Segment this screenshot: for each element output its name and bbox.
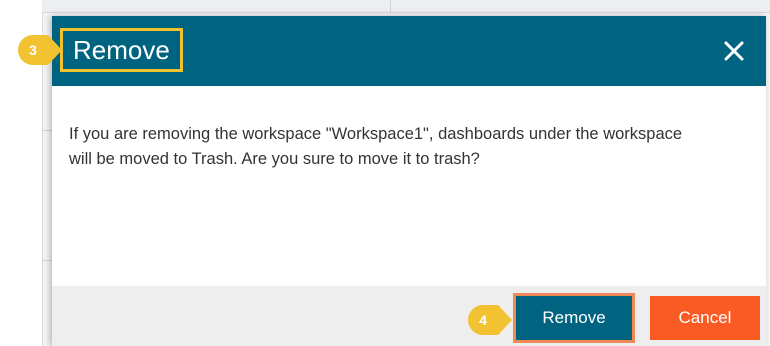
step-number: 3: [29, 42, 37, 58]
background-toolbar: [42, 0, 770, 13]
close-button[interactable]: [720, 37, 748, 65]
step-badge-remove: 4: [468, 305, 512, 335]
cancel-button[interactable]: Cancel: [650, 296, 760, 340]
remove-workspace-dialog: Remove If you are removing the workspace…: [52, 16, 766, 346]
dialog-header: Remove: [52, 16, 766, 86]
step-badge-title: 3: [18, 35, 62, 65]
remove-button[interactable]: Remove: [513, 293, 635, 343]
dialog-body: [52, 86, 766, 286]
close-icon: [724, 41, 744, 61]
background-divider: [390, 0, 391, 12]
dialog-footer: Remove Cancel: [52, 286, 766, 346]
step-number: 4: [479, 312, 487, 328]
dialog-message: If you are removing the workspace "Works…: [69, 125, 683, 168]
dialog-title: Remove: [60, 28, 183, 72]
